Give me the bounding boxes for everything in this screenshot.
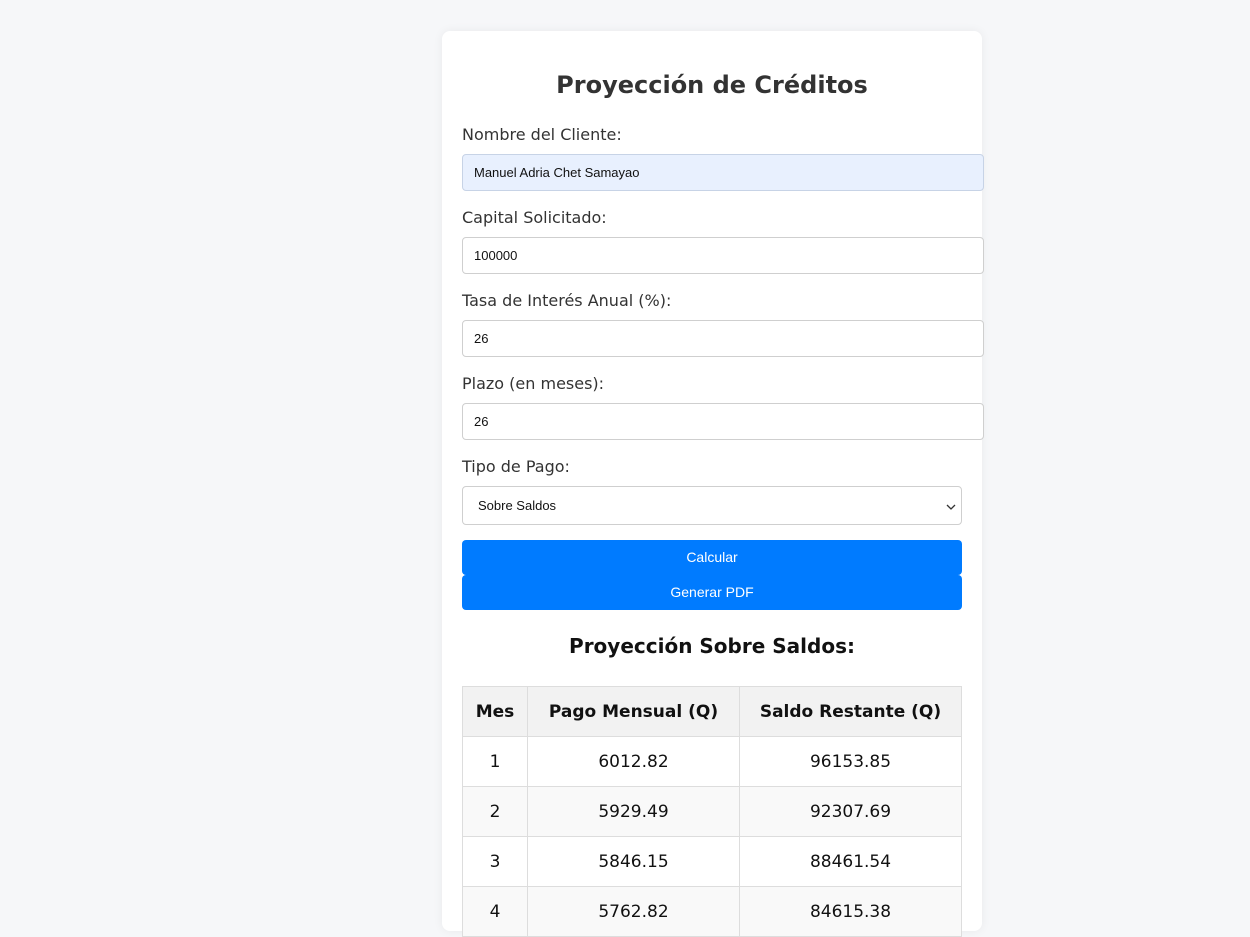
calcular-button[interactable]: Calcular — [462, 540, 962, 575]
generar-pdf-button[interactable]: Generar PDF — [462, 575, 962, 610]
tipo-pago-label: Tipo de Pago: — [462, 457, 570, 476]
cliente-label: Nombre del Cliente: — [462, 125, 622, 144]
cell-mes: 1 — [462, 736, 528, 787]
chevron-down-icon — [945, 487, 957, 524]
tipo-pago-selected: Sobre Saldos — [478, 498, 557, 513]
cell-mes: 4 — [462, 886, 528, 937]
projection-table: Mes Pago Mensual (Q) Saldo Restante (Q) … — [462, 686, 962, 937]
results-heading: Proyección Sobre Saldos: — [569, 634, 855, 658]
cell-pago: 6012.82 — [527, 736, 740, 787]
cell-saldo: 84615.38 — [739, 886, 962, 937]
tasa-input[interactable]: 26 — [462, 320, 984, 357]
capital-input[interactable]: 100000 — [462, 237, 984, 274]
cell-saldo: 88461.54 — [739, 836, 962, 887]
table-row: 1 6012.82 96153.85 — [462, 736, 962, 787]
cell-mes: 3 — [462, 836, 528, 887]
cell-pago: 5929.49 — [527, 786, 740, 837]
tipo-pago-select[interactable]: Sobre Saldos — [462, 486, 962, 525]
column-header-saldo: Saldo Restante (Q) — [739, 686, 962, 737]
capital-label: Capital Solicitado: — [462, 208, 607, 227]
table-row: 4 5762.82 84615.38 — [462, 886, 962, 937]
cell-mes: 2 — [462, 786, 528, 837]
cliente-input[interactable]: Manuel Adria Chet Samayao — [462, 154, 984, 191]
cell-pago: 5846.15 — [527, 836, 740, 887]
credit-form-card: Proyección de Créditos Nombre del Client… — [442, 31, 984, 937]
column-header-pago: Pago Mensual (Q) — [527, 686, 740, 737]
plazo-label: Plazo (en meses): — [462, 374, 605, 393]
cell-pago: 5762.82 — [527, 886, 740, 937]
cell-saldo: 92307.69 — [739, 786, 962, 837]
table-row: 2 5929.49 92307.69 — [462, 786, 962, 837]
tasa-label: Tasa de Interés Anual (%): — [462, 291, 672, 310]
table-row: 3 5846.15 88461.54 — [462, 836, 962, 887]
page-title: Proyección de Créditos — [556, 71, 868, 99]
cell-saldo: 96153.85 — [739, 736, 962, 787]
column-header-mes: Mes — [462, 686, 528, 737]
table-header-row: Mes Pago Mensual (Q) Saldo Restante (Q) — [462, 686, 962, 737]
plazo-input[interactable]: 26 — [462, 403, 984, 440]
